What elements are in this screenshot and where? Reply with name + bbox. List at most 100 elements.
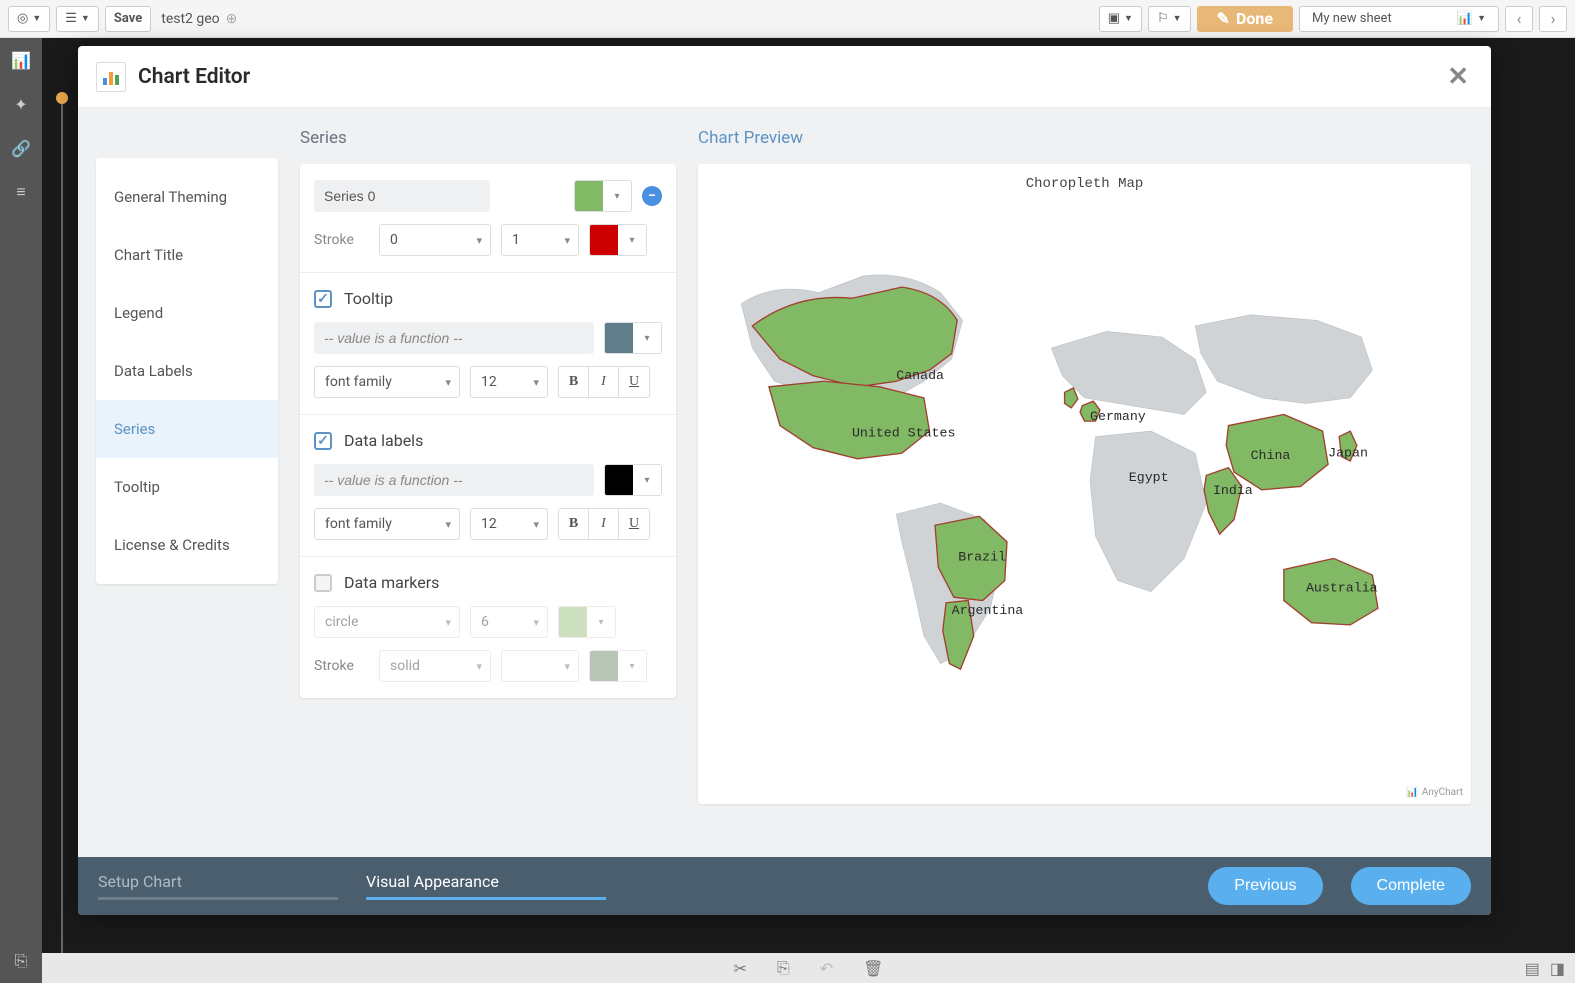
datalabels-font-family-select[interactable]: font family [314,508,460,540]
next-sheet-button[interactable]: › [1539,6,1567,32]
remove-series-button[interactable]: − [642,186,662,206]
previous-button[interactable]: Previous [1208,867,1322,905]
preview-title: Chart Preview [698,128,1471,148]
chevron-down-icon[interactable]: ▾ [618,651,646,681]
map-label: United States [852,426,956,441]
chart-icon[interactable]: 📊 [11,50,31,70]
tabs-column: General Theming Chart Title Legend Data … [78,108,278,857]
tab-series[interactable]: Series [96,400,278,458]
tooltip-font-size-select[interactable]: 12 [470,366,548,398]
map-label: Germany [1090,409,1146,424]
stroke-color[interactable]: ▾ [589,224,647,256]
marker-stroke-label: Stroke [314,658,369,674]
tab-license-credits[interactable]: License & Credits [96,516,278,574]
datalabels-font-size-select[interactable]: 12 [470,508,548,540]
series-fill-color[interactable]: ▾ [574,180,632,212]
tabs-list: General Theming Chart Title Legend Data … [96,158,278,584]
datalabels-value-input[interactable] [314,464,594,496]
link-icon[interactable]: 🔗 [11,138,31,158]
series-name-input[interactable] [314,180,490,212]
marker-stroke-width-select[interactable] [501,650,579,682]
close-icon[interactable]: ✕ [1443,62,1473,92]
series-header-section: ▾ − Stroke 0 1 ▾ [300,164,676,273]
map-label: Egypt [1129,470,1169,485]
datamarkers-label: Data markers [344,573,439,592]
country-uk [1065,388,1078,408]
tooltip-value-input[interactable] [314,322,594,354]
map-label: Brazil [958,550,1006,565]
undo-icon[interactable]: ↶ [820,959,833,978]
save-button[interactable]: Save [105,6,151,32]
tab-chart-title[interactable]: Chart Title [96,226,278,284]
marker-stroke-color[interactable]: ▾ [589,650,647,682]
tab-tooltip[interactable]: Tooltip [96,458,278,516]
chevron-down-icon[interactable]: ▾ [633,323,661,353]
map-label: Canada [896,368,944,383]
tooltip-font-family-select[interactable]: font family [314,366,460,398]
complete-button[interactable]: Complete [1351,867,1471,905]
chart-icon: 📊 [1406,787,1418,798]
database-icon[interactable]: ≡ [11,182,31,202]
present-dropdown[interactable]: ▣ ▼ [1099,6,1142,32]
list-dropdown[interactable]: ☰ ▼ [56,6,99,32]
country-india [1204,468,1242,534]
trash-icon[interactable]: 🗑 [863,959,883,978]
bold-button[interactable]: B [559,509,589,539]
chart-type-icon: 📊 [1457,11,1473,26]
chevron-down-icon[interactable]: ▾ [587,607,615,637]
done-button[interactable]: ✎ Done [1197,6,1293,32]
marker-shape-select[interactable]: circle [314,606,460,638]
datalabels-section: Data labels ▾ font family 12 B [300,415,676,557]
step-visual-appearance[interactable]: Visual Appearance [366,872,606,900]
copy-icon[interactable]: ⎘ [777,958,790,978]
step-setup-chart[interactable]: Setup Chart [98,872,338,900]
bottom-toolbar: ✂ ⎘ ↶ 🗑 ▤ ◨ [42,953,1575,983]
chevron-down-icon[interactable]: ▾ [603,181,631,211]
chart-preview: Choropleth Map [698,164,1471,804]
view-icon[interactable]: ▤ [1525,959,1540,978]
italic-button[interactable]: I [589,509,619,539]
datamarkers-section: Data markers circle 6 ▾ Stroke solid [300,557,676,698]
underline-button[interactable]: U [619,509,649,539]
tooltip-color[interactable]: ▾ [604,322,662,354]
map-title: Choropleth Map [698,164,1471,192]
stroke-dash-select[interactable]: 0 [379,224,491,256]
datalabels-checkbox[interactable] [314,432,332,450]
country-united-states [769,381,930,459]
datalabels-label: Data labels [344,431,423,450]
chevron-down-icon[interactable]: ▾ [633,465,661,495]
underline-button[interactable]: U [619,367,649,397]
chevron-down-icon[interactable]: ▾ [618,225,646,255]
pencil-icon: ✎ [1217,9,1230,28]
tab-data-labels[interactable]: Data Labels [96,342,278,400]
tooltip-checkbox[interactable] [314,290,332,308]
bold-button[interactable]: B [559,367,589,397]
tooltip-section: Tooltip ▾ font family 12 B [300,273,676,415]
panel-icon[interactable]: ◨ [1550,959,1565,978]
stroke-width-select[interactable]: 1 [501,224,579,256]
marker-size-select[interactable]: 6 [470,606,548,638]
prev-sheet-button[interactable]: ‹ [1505,6,1533,32]
expand-icon[interactable]: ⎘ [11,951,31,971]
explore-dropdown[interactable]: ◎ ▼ [8,6,50,32]
puzzle-icon[interactable]: ✦ [11,94,31,114]
cut-icon[interactable]: ✂ [734,959,747,978]
modal-header: Chart Editor ✕ [78,46,1491,108]
map-label: Australia [1306,581,1378,596]
settings-title: Series [300,128,676,148]
world-map-svg: CanadaUnited StatesGermanyEgyptIndiaChin… [708,200,1461,784]
bookmark-dropdown[interactable]: ⚐ ▼ [1148,6,1191,32]
datalabels-style-buttons: B I U [558,508,650,540]
sheet-selector[interactable]: My new sheet 📊 ▼ [1299,6,1499,32]
italic-button[interactable]: I [589,367,619,397]
map-area: CanadaUnited StatesGermanyEgyptIndiaChin… [708,200,1461,784]
tab-general-theming[interactable]: General Theming [96,168,278,226]
marker-fill-color[interactable]: ▾ [558,606,616,638]
datamarkers-checkbox[interactable] [314,574,332,592]
globe-icon: ⊕ [226,11,238,27]
tooltip-label: Tooltip [344,289,393,308]
modal-title: Chart Editor [138,65,250,89]
tab-legend[interactable]: Legend [96,284,278,342]
marker-stroke-style-select[interactable]: solid [379,650,491,682]
datalabels-color[interactable]: ▾ [604,464,662,496]
